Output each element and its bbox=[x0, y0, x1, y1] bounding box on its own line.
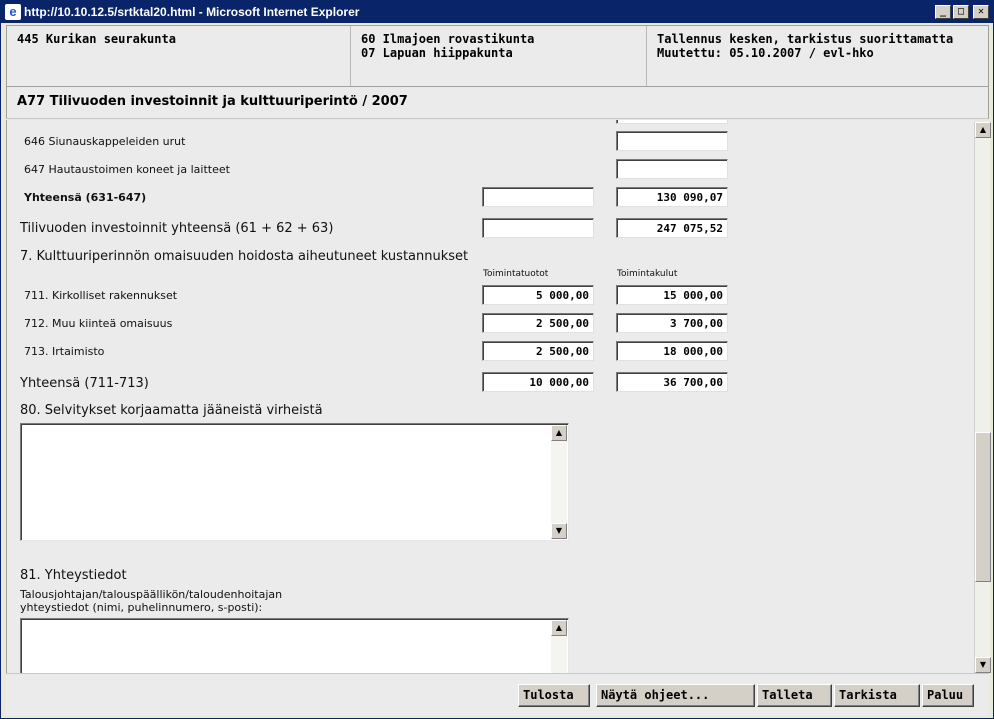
textarea-scrollbar[interactable]: ▲ bbox=[551, 620, 567, 673]
ie-icon: e bbox=[5, 4, 21, 20]
field-total-631-a[interactable] bbox=[482, 187, 594, 207]
field-investments-total-a[interactable] bbox=[482, 218, 594, 238]
modified-info: Muutettu: 05.10.2007 / evl-hko bbox=[657, 46, 874, 60]
textarea-scrollbar[interactable]: ▲ ▼ bbox=[551, 425, 567, 539]
contact-info-textarea[interactable]: ▲ bbox=[20, 618, 569, 673]
section-81-sub2: yhteystiedot (nimi, puhelinnumero, s-pos… bbox=[20, 601, 263, 614]
field-total-711-a[interactable]: 10 000,00 bbox=[482, 372, 594, 392]
scroll-thumb[interactable] bbox=[975, 432, 991, 582]
back-button[interactable]: Paluu bbox=[922, 684, 974, 707]
row-713-label: 713. Irtaimisto bbox=[24, 345, 105, 358]
total-631-647-label: Yhteensä (631-647) bbox=[24, 191, 147, 204]
parish-name: 445 Kurikan seurakunta bbox=[17, 32, 176, 46]
page-scrollbar[interactable]: ▲ ▼ bbox=[974, 122, 991, 673]
close-button[interactable]: ✕ bbox=[973, 5, 989, 19]
field-647-b[interactable] bbox=[616, 159, 728, 179]
button-bar: Tulosta Näytä ohjeet... Talleta Tarkista… bbox=[6, 673, 989, 716]
field-711-a[interactable]: 5 000,00 bbox=[482, 285, 594, 305]
deanery-name: 60 Ilmajoen rovastikunta bbox=[361, 32, 535, 46]
row-647-label: 647 Hautaustoimen koneet ja laitteet bbox=[24, 163, 230, 176]
investments-total-label: Tilivuoden investoinnit yhteensä (61 + 6… bbox=[20, 221, 334, 236]
window-title: http://10.10.12.5/srtktal20.html - Micro… bbox=[24, 5, 360, 19]
minimize-button[interactable]: _ bbox=[935, 5, 951, 19]
section-81-sub1: Talousjohtajan/talouspäällikön/taloudenh… bbox=[20, 588, 283, 601]
save-status: Tallennus kesken, tarkistus suorittamatt… bbox=[657, 32, 954, 46]
field-713-a[interactable]: 2 500,00 bbox=[482, 341, 594, 361]
scroll-down-icon[interactable]: ▼ bbox=[975, 657, 991, 673]
section-7-title: 7. Kulttuuriperinnön omaisuuden hoidosta… bbox=[20, 249, 469, 264]
status-cell: Tallennus kesken, tarkistus suorittamatt… bbox=[647, 26, 988, 86]
print-button[interactable]: Tulosta bbox=[518, 684, 590, 707]
field-711-b[interactable]: 15 000,00 bbox=[616, 285, 728, 305]
field-investments-total-b[interactable]: 247 075,52 bbox=[616, 218, 728, 238]
scroll-up-icon[interactable]: ▲ bbox=[975, 122, 991, 138]
parish-cell: 445 Kurikan seurakunta bbox=[7, 26, 351, 86]
errors-explanation-textarea[interactable]: ▲ ▼ bbox=[20, 423, 569, 541]
form-title: A77 Tilivuoden investoinnit ja kulttuuri… bbox=[6, 87, 989, 119]
maximize-button[interactable]: □ bbox=[953, 5, 969, 19]
title-bar: e http://10.10.12.5/srtktal20.html - Mic… bbox=[1, 1, 993, 23]
textarea-scroll-down-icon[interactable]: ▼ bbox=[551, 523, 567, 539]
field-713-b[interactable]: 18 000,00 bbox=[616, 341, 728, 361]
textarea-scroll-up-icon[interactable]: ▲ bbox=[551, 425, 567, 441]
save-button[interactable]: Talleta bbox=[757, 684, 832, 707]
show-help-button[interactable]: Näytä ohjeet... bbox=[596, 684, 755, 707]
field-712-b[interactable]: 3 700,00 bbox=[616, 313, 728, 333]
section-80-title: 80. Selvitykset korjaamatta jääneistä vi… bbox=[20, 403, 323, 418]
section-81-title: 81. Yhteystiedot bbox=[20, 568, 127, 583]
field-total-631-b[interactable]: 130 090,07 bbox=[616, 187, 728, 207]
browser-window: e http://10.10.12.5/srtktal20.html - Mic… bbox=[0, 0, 994, 719]
field-645-b[interactable] bbox=[616, 120, 728, 124]
col-head-expenses: Toimintakulut bbox=[617, 269, 678, 279]
field-total-711-b[interactable]: 36 700,00 bbox=[616, 372, 728, 392]
row-711-label: 711. Kirkolliset rakennukset bbox=[24, 289, 178, 302]
total-711-713-label: Yhteensä (711-713) bbox=[20, 376, 149, 391]
field-712-a[interactable]: 2 500,00 bbox=[482, 313, 594, 333]
diocese-name: 07 Lapuan hiippakunta bbox=[361, 46, 513, 60]
field-646-b[interactable] bbox=[616, 131, 728, 151]
deanery-cell: 60 Ilmajoen rovastikunta 07 Lapuan hiipp… bbox=[351, 26, 647, 86]
col-head-income: Toimintatuotot bbox=[483, 269, 549, 279]
row-712-label: 712. Muu kiinteä omaisuus bbox=[24, 317, 173, 330]
form-content: 646 Siunauskappeleiden urut 647 Hautaust… bbox=[6, 120, 974, 673]
row-646-label: 646 Siunauskappeleiden urut bbox=[24, 135, 186, 148]
textarea-scroll-up-icon[interactable]: ▲ bbox=[551, 620, 567, 636]
check-button[interactable]: Tarkista bbox=[834, 684, 920, 707]
info-header: 445 Kurikan seurakunta 60 Ilmajoen rovas… bbox=[6, 25, 989, 87]
